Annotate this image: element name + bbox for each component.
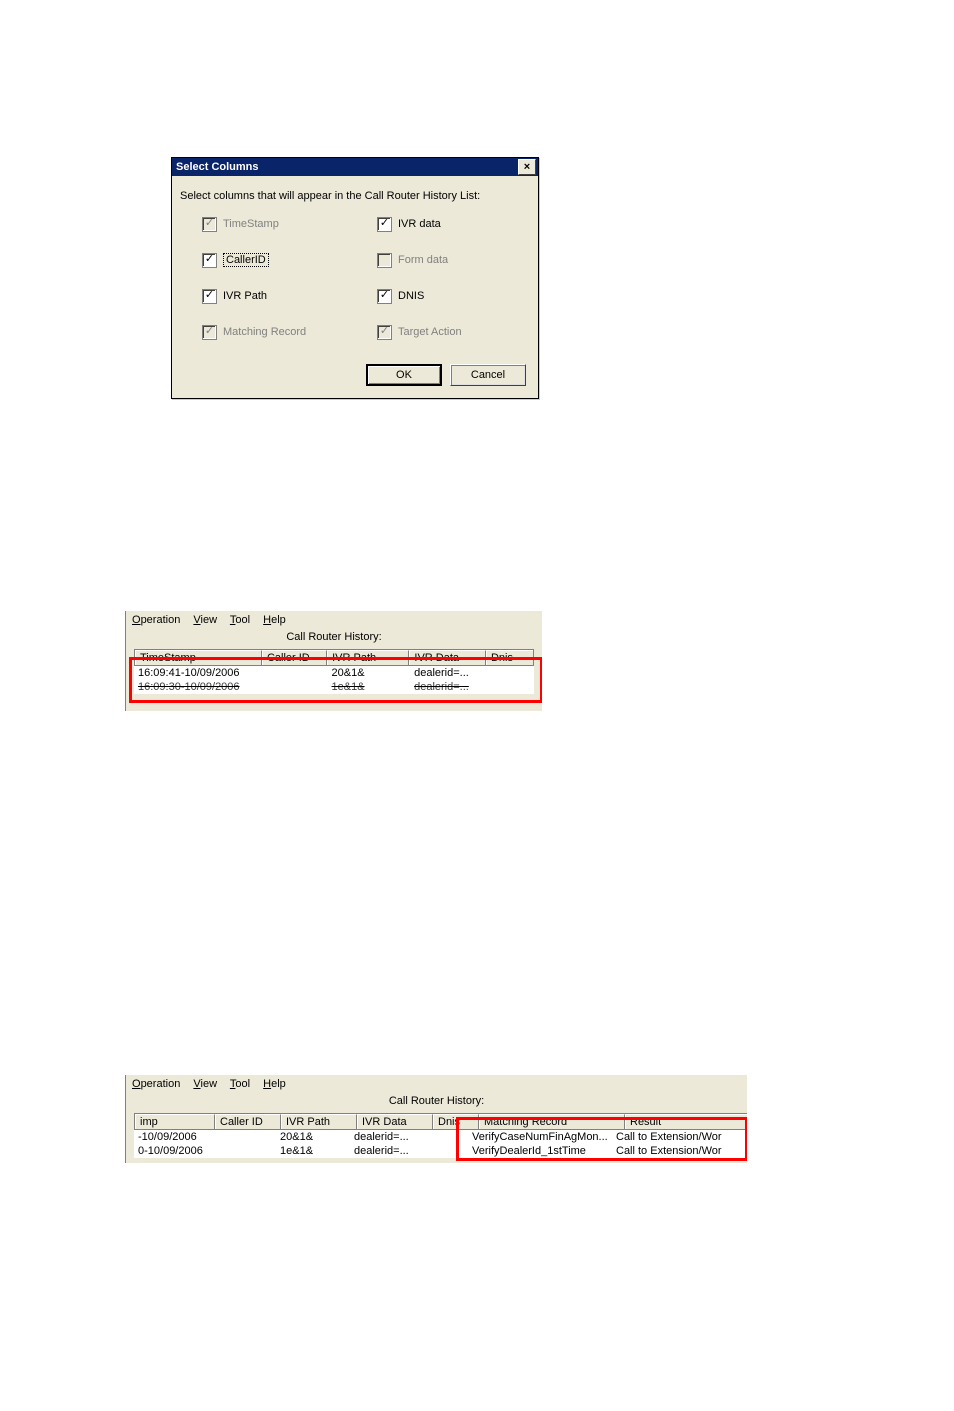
- dialog-instruction: Select columns that will appear in the C…: [180, 190, 530, 202]
- table-cell: [487, 666, 534, 680]
- table-cell: dealerid=...: [410, 666, 487, 680]
- checkbox-label: TimeStamp: [223, 218, 279, 230]
- table-cell: 16:09:41-10/09/2006: [134, 666, 263, 680]
- menu-view[interactable]: View: [193, 1078, 217, 1090]
- checkbox-row-target-action: Target Action: [377, 324, 530, 340]
- column-header-ivr-path[interactable]: IVR Path: [327, 650, 409, 665]
- menu-operation[interactable]: Operation: [132, 1078, 180, 1090]
- checkbox-label: Form data: [398, 254, 448, 266]
- checkbox-row-callerid: CallerID: [202, 252, 355, 268]
- table-cell: [424, 1144, 468, 1158]
- checkbox-label: IVR data: [398, 218, 441, 230]
- checkbox-dnis[interactable]: [377, 289, 392, 304]
- close-button[interactable]: ×: [518, 159, 536, 175]
- menu-tool[interactable]: Tool: [230, 1078, 250, 1090]
- table-cell: 0-10/09/2006: [134, 1144, 212, 1158]
- checkbox-row-ivr-data: IVR data: [377, 216, 530, 232]
- checkbox-label: CallerID: [223, 253, 269, 267]
- table-row[interactable]: -10/09/2006 20&1&dealerid=... VerifyCaseNu…: [134, 1130, 747, 1144]
- checkbox-row-form-data: Form data: [377, 252, 530, 268]
- column-header-matching-record[interactable]: Matching Record: [479, 1114, 625, 1129]
- table-cell: Call to Extension/Wor: [612, 1130, 740, 1144]
- titlebar: Select Columns ×: [172, 158, 538, 176]
- checkbox-ivr-data[interactable]: [377, 217, 392, 232]
- menu-help[interactable]: Help: [263, 1078, 286, 1090]
- ok-button[interactable]: OK: [366, 364, 442, 386]
- table-cell: [263, 666, 328, 680]
- menu-help[interactable]: Help: [263, 614, 286, 626]
- table-cell: VerifyCaseNumFinAgMon...: [468, 1130, 612, 1144]
- history-caption: Call Router History:: [126, 1093, 747, 1113]
- table-cell: [424, 1130, 468, 1144]
- menubar: Operation View Tool Help: [126, 1075, 747, 1093]
- table-cell: dealerid=...: [410, 680, 487, 694]
- column-header-timestamp[interactable]: TimeStamp: [135, 650, 262, 665]
- column-header-imp[interactable]: imp: [135, 1114, 215, 1129]
- column-header-result[interactable]: Result: [625, 1114, 747, 1129]
- checkbox-callerid[interactable]: [202, 253, 217, 268]
- table-cell: [263, 680, 328, 694]
- checkbox-timestamp: [202, 217, 217, 232]
- checkbox-label: Target Action: [398, 326, 462, 338]
- menubar: Operation View Tool Help: [126, 611, 542, 629]
- checkbox-row-ivr-path: IVR Path: [202, 288, 355, 304]
- checkbox-row-timestamp: TimeStamp: [202, 216, 355, 232]
- cancel-button[interactable]: Cancel: [450, 364, 526, 386]
- table-cell: [212, 1130, 276, 1144]
- checkbox-ivr-path[interactable]: [202, 289, 217, 304]
- menu-view[interactable]: View: [193, 614, 217, 626]
- table-row[interactable]: 16:09:30-10/09/2006 1e&1&dealerid=...: [134, 680, 534, 694]
- column-header-dnis[interactable]: Dnis: [433, 1114, 479, 1129]
- table-cell: 1e&1&: [328, 680, 411, 694]
- column-header-ivr-data[interactable]: IVR Data: [357, 1114, 433, 1129]
- table-cell: [212, 1144, 276, 1158]
- column-header-ivr-data[interactable]: IVR Data: [409, 650, 486, 665]
- dialog-body: Select columns that will appear in the C…: [172, 176, 538, 398]
- table-cell: [487, 680, 534, 694]
- checkbox-target-action: [377, 325, 392, 340]
- select-columns-dialog: Select Columns × Select columns that wil…: [171, 157, 539, 399]
- checkbox-label: IVR Path: [223, 290, 267, 302]
- checkbox-row-dnis: DNIS: [377, 288, 530, 304]
- table-cell: VerifyDealerId_1stTime: [468, 1144, 612, 1158]
- table-cell: dealerid=...: [350, 1144, 424, 1158]
- column-header-caller-id[interactable]: Caller ID: [262, 650, 327, 665]
- column-header-dnis[interactable]: Dnis: [486, 650, 533, 665]
- checkbox-row-matching-record: Matching Record: [202, 324, 355, 340]
- table-cell: 1e&1&: [276, 1144, 350, 1158]
- history-panel-left: Operation View Tool Help Call Router His…: [125, 611, 542, 711]
- table-cell: Call to Extension/Wor: [612, 1144, 740, 1158]
- table-row[interactable]: 0-10/09/2006 1e&1&dealerid=... VerifyDeale…: [134, 1144, 747, 1158]
- history-header: TimeStampCaller IDIVR PathIVR DataDnis: [134, 649, 534, 666]
- table-row[interactable]: 16:09:41-10/09/2006 20&1&dealerid=...: [134, 666, 534, 680]
- table-cell: dealerid=...: [350, 1130, 424, 1144]
- menu-operation[interactable]: Operation: [132, 614, 180, 626]
- checkbox-label: Matching Record: [223, 326, 306, 338]
- history-panel-right: Operation View Tool Help Call Router His…: [125, 1075, 747, 1163]
- checkbox-form-data: [377, 253, 392, 268]
- checkbox-label: DNIS: [398, 290, 424, 302]
- dialog-title: Select Columns: [176, 161, 259, 173]
- column-header-ivr-path[interactable]: IVR Path: [281, 1114, 357, 1129]
- table-cell: -10/09/2006: [134, 1130, 212, 1144]
- history-caption: Call Router History:: [126, 629, 542, 649]
- table-cell: 16:09:30-10/09/2006: [134, 680, 263, 694]
- menu-tool[interactable]: Tool: [230, 614, 250, 626]
- checkbox-matching-record: [202, 325, 217, 340]
- table-cell: 20&1&: [276, 1130, 350, 1144]
- column-header-caller-id[interactable]: Caller ID: [215, 1114, 281, 1129]
- table-cell: 20&1&: [328, 666, 411, 680]
- history-header: impCaller IDIVR PathIVR DataDnisMatching…: [134, 1113, 747, 1130]
